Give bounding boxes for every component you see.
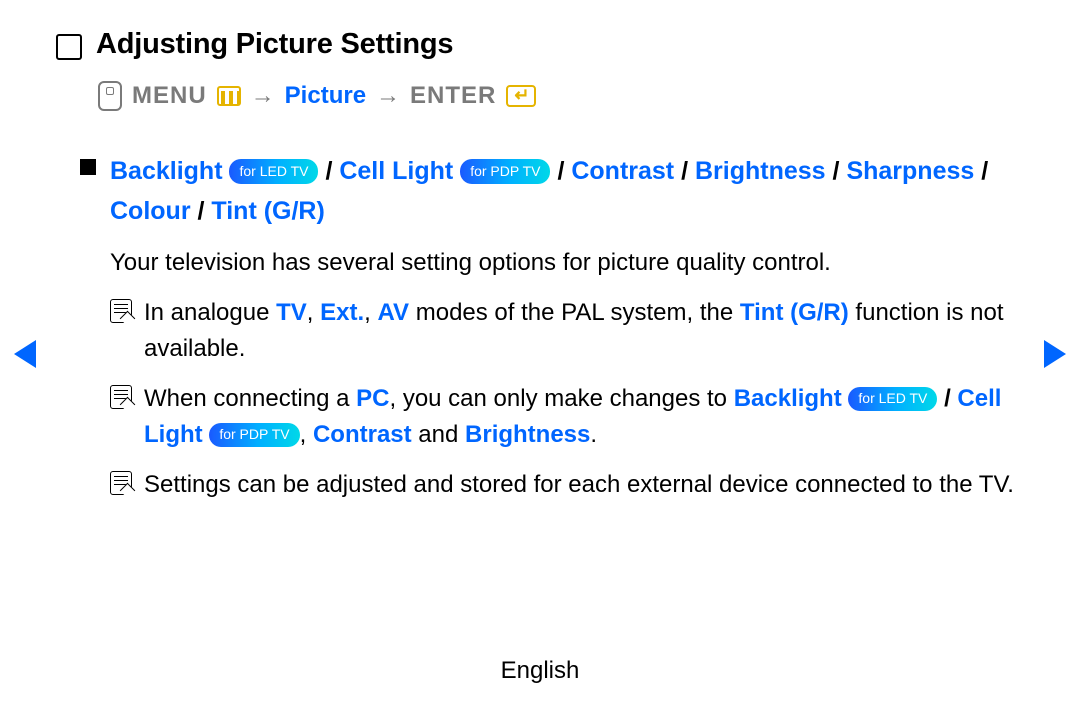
remote-icon <box>98 81 122 111</box>
arrow-icon: → <box>376 82 400 110</box>
menu-icon <box>217 86 241 106</box>
opt-backlight: Backlight <box>110 157 223 185</box>
ext-term: Ext. <box>320 299 364 326</box>
breadcrumb-picture: Picture <box>285 82 366 110</box>
text: , <box>300 421 313 448</box>
av-term: AV <box>378 299 410 326</box>
opt-sharpness: Sharpness <box>846 157 974 185</box>
separator: / <box>325 157 339 185</box>
separator: / <box>557 157 571 185</box>
section-icon <box>56 34 82 60</box>
separator: / <box>833 157 847 185</box>
led-tv-pill: for LED TV <box>848 387 937 411</box>
text: When connecting a <box>144 385 356 412</box>
options-row: Backlight for LED TV / Cell Light for PD… <box>80 151 1044 231</box>
text: In analogue <box>144 299 276 326</box>
pdp-tv-pill: for PDP TV <box>209 423 299 447</box>
note-1: In analogue TV, Ext., AV modes of the PA… <box>110 295 1044 367</box>
note-3: Settings can be adjusted and stored for … <box>110 467 1044 503</box>
language-label: English <box>0 657 1080 685</box>
separator: / <box>981 157 988 185</box>
note-1-text: In analogue TV, Ext., AV modes of the PA… <box>144 295 1044 367</box>
opt-colour: Colour <box>110 197 191 225</box>
pdp-tv-pill: for PDP TV <box>460 159 550 184</box>
note-3-text: Settings can be adjusted and stored for … <box>144 467 1014 503</box>
breadcrumb-enter: ENTER <box>410 82 496 110</box>
brightness-term: Brightness <box>465 421 590 448</box>
opt-brightness: Brightness <box>695 157 826 185</box>
note-2-text: When connecting a PC, you can only make … <box>144 381 1044 453</box>
pc-term: PC <box>356 385 389 412</box>
manual-page: Adjusting Picture Settings MENU → Pictur… <box>0 0 1080 705</box>
breadcrumb: MENU → Picture → ENTER <box>98 81 1044 111</box>
opt-tint: Tint (G/R) <box>211 197 324 225</box>
opt-cell-light: Cell Light <box>339 157 453 185</box>
separator: / <box>681 157 695 185</box>
tv-term: TV <box>276 299 307 326</box>
content: Backlight for LED TV / Cell Light for PD… <box>80 151 1044 503</box>
note-2: When connecting a PC, you can only make … <box>110 381 1044 453</box>
opt-contrast: Contrast <box>571 157 674 185</box>
text: . <box>590 421 597 448</box>
note-icon <box>110 385 132 409</box>
enter-icon <box>506 85 536 107</box>
contrast-term: Contrast <box>313 421 412 448</box>
page-header: Adjusting Picture Settings <box>56 28 1044 61</box>
text: , <box>364 299 377 326</box>
text: , you can only make changes to <box>389 385 733 412</box>
separator: / <box>198 197 212 225</box>
tint-term: Tint (G/R) <box>740 299 849 326</box>
led-tv-pill: for LED TV <box>229 159 318 184</box>
backlight-term: Backlight <box>734 385 842 412</box>
breadcrumb-menu: MENU <box>132 82 207 110</box>
note-icon <box>110 471 132 495</box>
description-text: Your television has several setting opti… <box>110 245 1044 281</box>
arrow-icon: → <box>251 82 275 110</box>
text: and <box>412 421 465 448</box>
note-icon <box>110 299 132 323</box>
page-title: Adjusting Picture Settings <box>96 28 453 61</box>
next-page-button[interactable] <box>1044 340 1066 368</box>
separator: / <box>944 385 957 412</box>
text: , <box>307 299 320 326</box>
text: modes of the PAL system, the <box>409 299 740 326</box>
prev-page-button[interactable] <box>14 340 36 368</box>
picture-options-list: Backlight for LED TV / Cell Light for PD… <box>110 151 1044 231</box>
bullet-icon <box>80 159 96 175</box>
